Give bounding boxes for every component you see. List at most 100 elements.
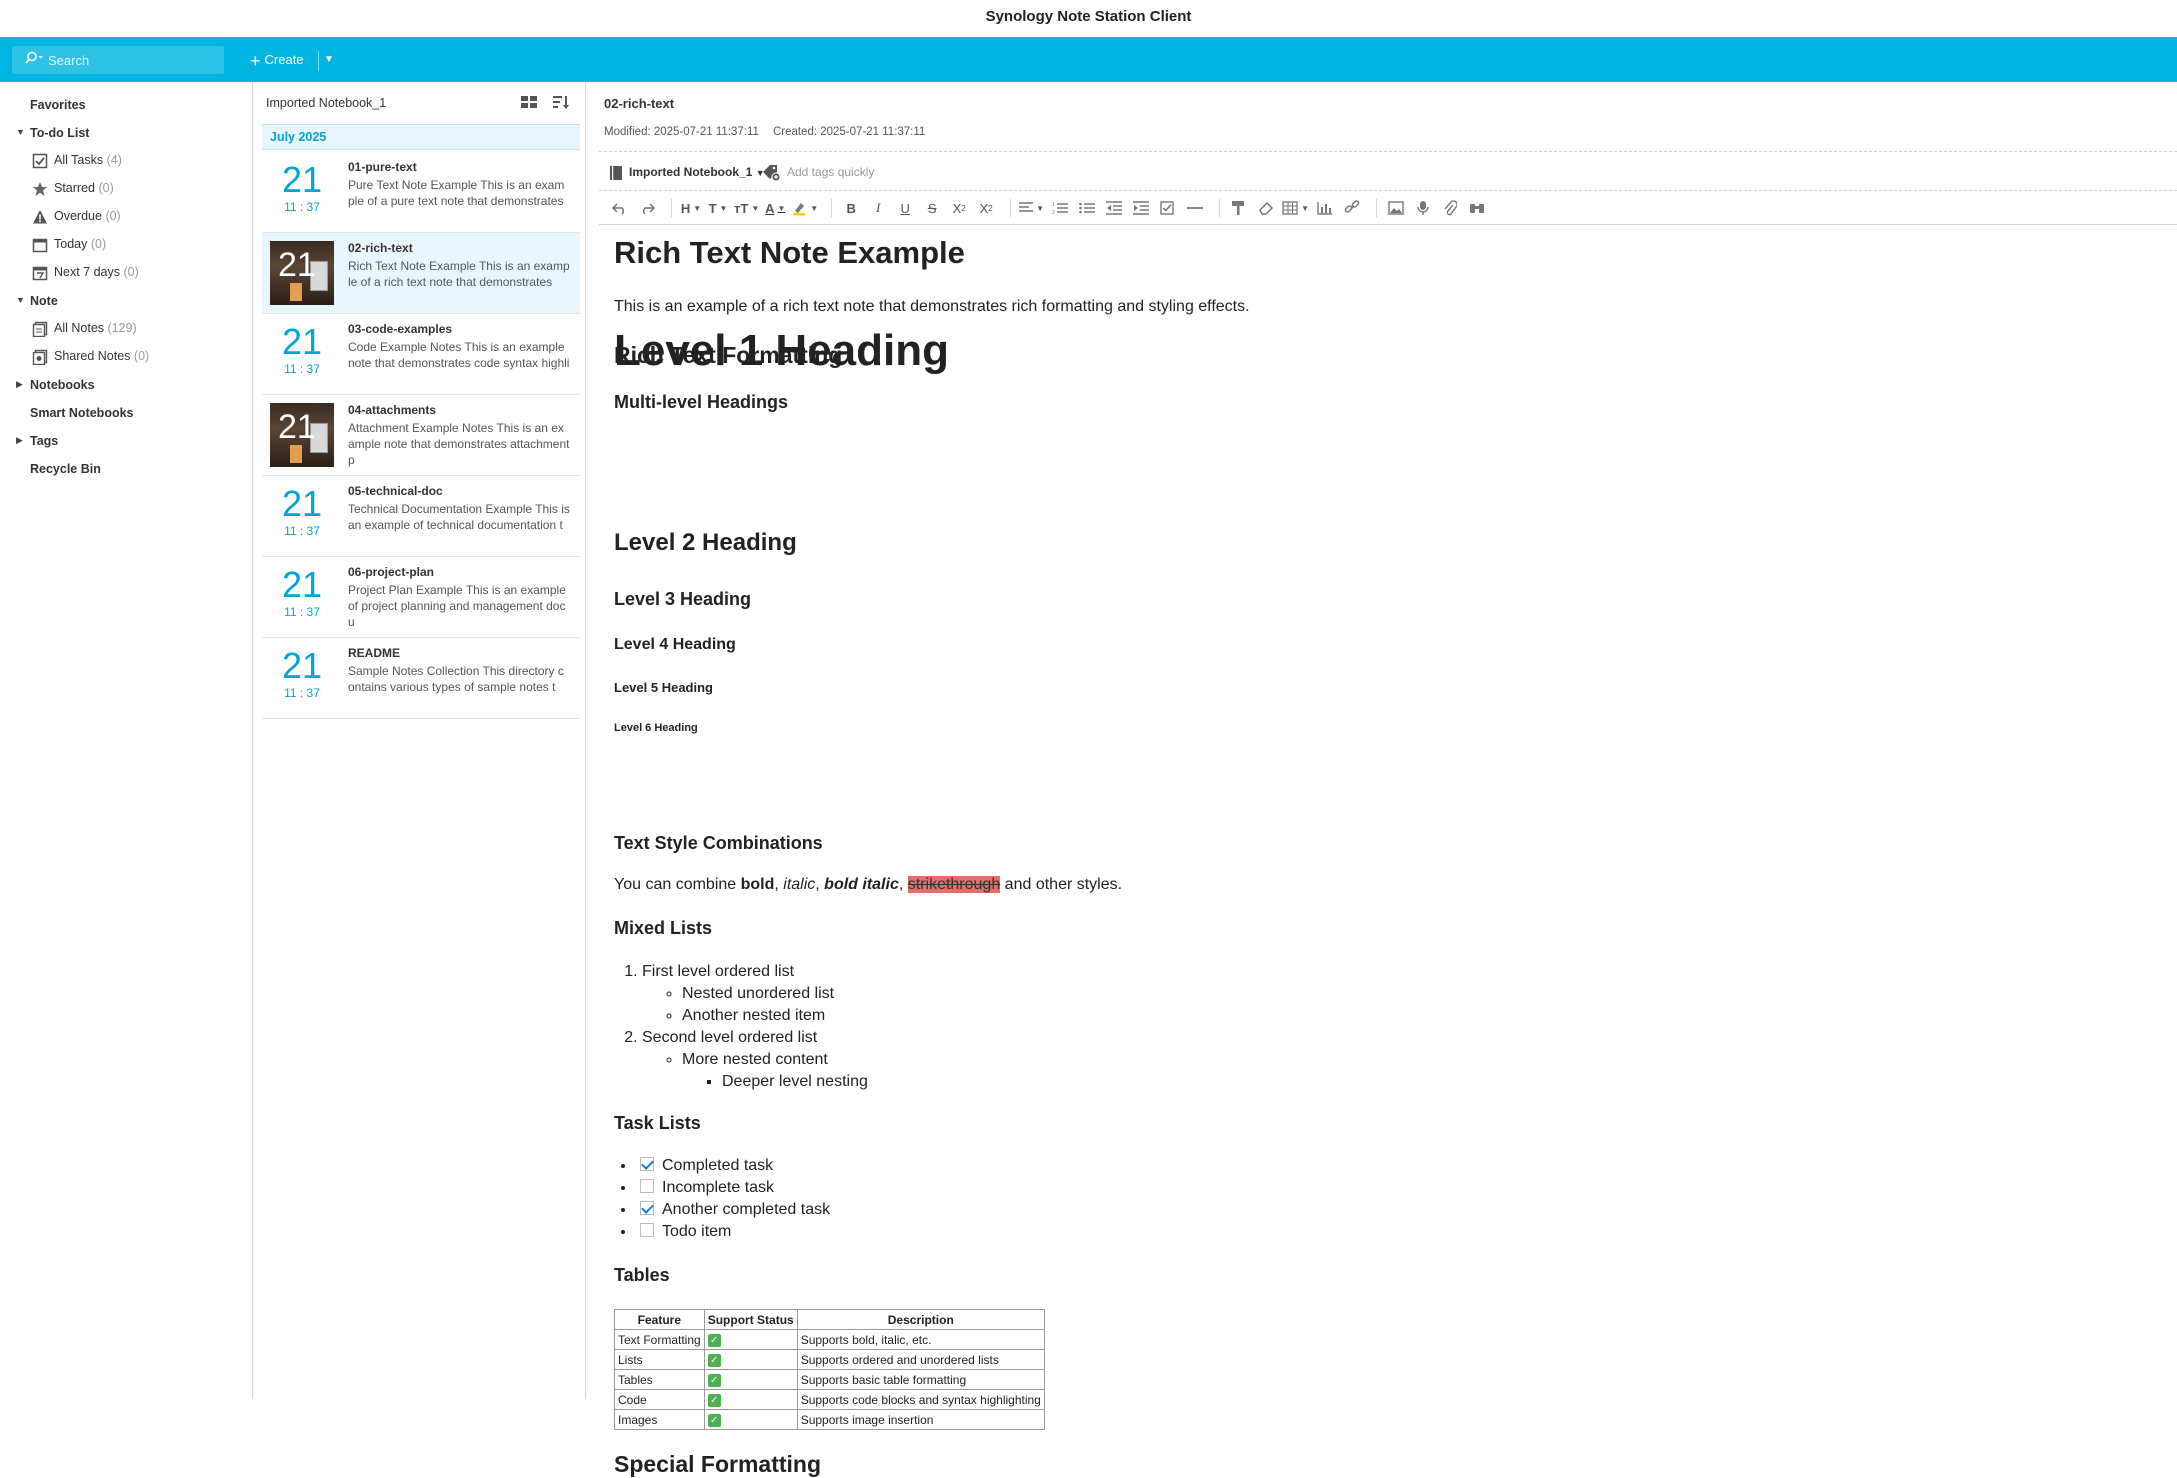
superscript-icon[interactable]: X2 [975, 197, 997, 219]
text: , [774, 876, 784, 893]
task-item: Todo item [636, 1221, 830, 1243]
note-list-item[interactable]: 21 11 : 37 01-pure-text Pure Text Note Exam… [262, 152, 580, 233]
indent-icon[interactable] [1130, 197, 1152, 219]
create-dropdown-button[interactable]: ▼ [324, 46, 334, 74]
sidebar-item-label: All Notes [54, 321, 105, 335]
note-title: 02-rich-text [348, 241, 413, 255]
sort-icon[interactable] [552, 94, 570, 115]
task-checkbox[interactable] [640, 1157, 654, 1172]
font-family-icon[interactable]: T ▼ [707, 197, 729, 219]
table-cell: ✓✅ [703, 1369, 798, 1390]
create-button[interactable]: + Create [250, 46, 304, 74]
tags-input[interactable]: Add tags quickly [763, 160, 874, 184]
list-item: Another nested item [682, 1005, 868, 1027]
heading-icon[interactable]: H ▼ [680, 197, 702, 219]
attachment-icon[interactable] [1439, 197, 1461, 219]
sidebar-section-todo[interactable]: To-do List [30, 126, 89, 140]
redo-icon[interactable] [636, 197, 658, 219]
task-item: Completed task [636, 1155, 830, 1177]
font-color-icon[interactable]: A ▼ [764, 197, 786, 219]
notebook-name: Imported Notebook_1 [629, 165, 753, 179]
heading: Rich Text Formatting [614, 342, 843, 368]
sidebar-item-all-tasks[interactable]: All Tasks (4) [32, 150, 122, 170]
table-cell: Supports code blocks and syntax highligh… [796, 1389, 1045, 1410]
note-list-item[interactable]: 21 11 : 37 05-technical-doc Technical Docum… [262, 476, 580, 557]
sidebar-item-starred[interactable]: Starred (0) [32, 178, 114, 198]
note-title: README [348, 646, 401, 660]
grid-view-icon[interactable] [521, 95, 537, 114]
align-icon[interactable]: ▼ [1019, 197, 1044, 219]
sidebar-item-smart-notebooks[interactable]: Smart Notebooks [30, 406, 134, 420]
note-list-item[interactable]: 21 04-attachments Attachment Example Notes… [262, 395, 580, 476]
subscript-icon[interactable]: X2 [948, 197, 970, 219]
check-mark-icon: ✓ [707, 1413, 721, 1427]
table-cell: Images [614, 1409, 705, 1430]
sidebar-section-tags[interactable]: Tags [30, 434, 58, 448]
search-input[interactable]: Search [12, 46, 224, 74]
note-list-item[interactable]: 21 11 : 37 README Sample Notes Collection T… [262, 638, 580, 719]
note-time: 11 : 37 [284, 605, 320, 619]
sidebar-item-overdue[interactable]: Overdue (0) [32, 206, 121, 226]
ordered-list-icon[interactable]: 12 [1049, 197, 1071, 219]
table-cell: Tables [614, 1369, 705, 1390]
table-icon[interactable]: ▼ [1282, 197, 1309, 219]
sidebar-item-next-7-days[interactable]: Next 7 days (0) [32, 262, 139, 282]
font-size-icon[interactable]: тT ▼ [734, 197, 759, 219]
table-cell: ✓✅ [703, 1389, 798, 1410]
task-checkbox[interactable] [640, 1223, 654, 1238]
task-label: Another completed task [662, 1201, 831, 1218]
bold-italic-text: bold italic [824, 876, 899, 893]
image-icon[interactable] [1385, 197, 1407, 219]
unordered-list-icon[interactable] [1076, 197, 1098, 219]
warning-icon [32, 209, 48, 225]
note-list-item[interactable]: 21 11 : 37 03-code-examples Code Example No… [262, 314, 580, 395]
list-item: More nested content Deeper level nesting [682, 1049, 868, 1093]
notes-icon [32, 321, 48, 337]
bold-icon[interactable]: B [840, 197, 862, 219]
sidebar-item-recycle-bin[interactable]: Recycle Bin [30, 462, 101, 476]
find-icon[interactable] [1466, 197, 1488, 219]
list-item: Second level ordered list More nested co… [642, 1027, 868, 1093]
check-mark-icon: ✓ [707, 1393, 721, 1407]
note-day: 21 [281, 321, 323, 362]
note-snippet: Pure Text Note Example This is an exampl… [348, 178, 565, 208]
window-title: Synology Note Station Client [0, 0, 2177, 37]
strikethrough-icon[interactable]: S [921, 197, 943, 219]
note-list-item[interactable]: 21 11 : 37 06-project-plan Project Plan Exa… [262, 557, 580, 638]
caret-down-icon[interactable]: ▼ [16, 295, 25, 305]
sidebar-item-shared-notes[interactable]: Shared Notes (0) [32, 346, 149, 366]
sidebar-section-note[interactable]: Note [30, 294, 58, 308]
sidebar-item-all-notes[interactable]: All Notes (129) [32, 318, 137, 338]
caret-right-icon[interactable]: ▶ [16, 435, 23, 446]
microphone-icon[interactable] [1412, 197, 1434, 219]
search-icon[interactable] [24, 47, 44, 75]
sidebar-item-favorites[interactable]: Favorites [30, 98, 86, 112]
task-label: Completed task [662, 1157, 774, 1174]
note-snippet: Rich Text Note Example This is an exampl… [348, 259, 570, 289]
outdent-icon[interactable] [1103, 197, 1125, 219]
format-painter-icon[interactable] [1228, 197, 1250, 219]
sidebar-item-today[interactable]: Today (0) [32, 234, 106, 254]
caret-right-icon[interactable]: ▶ [16, 379, 23, 390]
task-checkbox[interactable] [640, 1179, 654, 1194]
horizontal-rule-icon[interactable] [1184, 197, 1206, 219]
note-title[interactable]: 02-rich-text [604, 96, 674, 111]
caret-down-icon[interactable]: ▼ [16, 127, 25, 137]
note-day: 21 [281, 483, 323, 524]
highlight-icon[interactable]: ▼ [791, 197, 818, 219]
create-label: Create [264, 52, 304, 67]
underline-icon[interactable]: U [894, 197, 916, 219]
italic-icon[interactable]: I [867, 197, 889, 219]
note-list-item[interactable]: 21 02-rich-text Rich Text Note Example Thi… [262, 233, 580, 314]
note-snippet: Code Example Notes This is an example no… [348, 340, 570, 370]
note-title: 06-project-plan [348, 565, 435, 579]
note-snippet: Technical Documentation Example This is … [348, 502, 570, 532]
sidebar-section-notebooks[interactable]: Notebooks [30, 378, 95, 392]
checklist-icon[interactable] [1157, 197, 1179, 219]
notebook-selector[interactable]: Imported Notebook_1 ▼ [609, 160, 765, 185]
task-checkbox[interactable] [640, 1201, 654, 1216]
eraser-icon[interactable] [1255, 197, 1277, 219]
chart-icon[interactable] [1314, 197, 1336, 219]
undo-icon[interactable] [609, 197, 631, 219]
link-icon[interactable] [1341, 197, 1363, 219]
